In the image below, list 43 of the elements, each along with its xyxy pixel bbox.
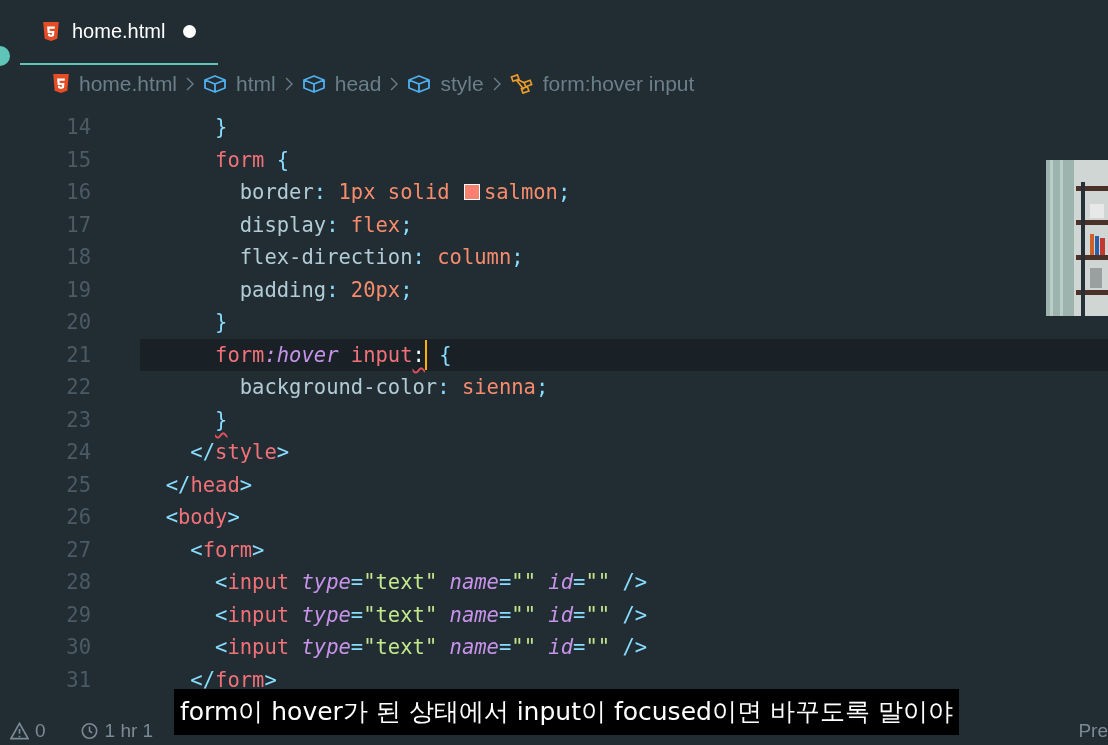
subtitle-caption: form이 hover가 된 상태에서 input이 focused이면 바꾸도록 말이야 bbox=[174, 689, 959, 735]
code-text: </head> bbox=[164, 472, 253, 497]
time-tracker[interactable]: 1 hr 1 bbox=[104, 720, 154, 742]
warning-count[interactable]: 0 bbox=[35, 720, 46, 742]
code-text: <body> bbox=[164, 505, 240, 530]
clock-icon bbox=[79, 722, 99, 740]
code-text: background-color: sienna; bbox=[238, 375, 549, 400]
code-text: salmon; bbox=[483, 180, 571, 205]
cube-icon bbox=[203, 74, 228, 94]
code-text: <input type="text" name="" id="" /> bbox=[214, 570, 648, 595]
code-text: flex-direction: column; bbox=[238, 245, 524, 270]
code-text: </style> bbox=[189, 440, 290, 465]
text-cursor bbox=[424, 339, 427, 370]
chevron-icon bbox=[284, 77, 293, 91]
status-item[interactable]: Pre bbox=[1078, 720, 1108, 742]
breadcrumb-item[interactable]: style bbox=[440, 72, 484, 96]
code-text: <input type="text" name="" id="" /> bbox=[214, 635, 648, 660]
code-text: padding: 20px; bbox=[238, 277, 413, 302]
code-text: form { bbox=[214, 147, 290, 172]
cube-icon bbox=[407, 74, 432, 94]
code-text: display: flex; bbox=[238, 212, 413, 237]
html5-icon bbox=[52, 74, 70, 94]
nodes-icon bbox=[509, 74, 534, 94]
breadcrumb-item[interactable]: form:hover input bbox=[542, 72, 695, 96]
breadcrumb-item[interactable]: home.html bbox=[79, 72, 178, 96]
code-text: <input type="text" name="" id="" /> bbox=[214, 602, 648, 627]
html5-icon bbox=[42, 21, 60, 42]
code-text: border: 1px solid bbox=[238, 180, 451, 205]
code-text: { bbox=[438, 342, 452, 367]
breadcrumb-item[interactable]: head bbox=[334, 72, 382, 96]
editor-tab[interactable]: home.html bbox=[20, 0, 219, 65]
code-text: </form> bbox=[189, 667, 277, 692]
code-text: form:hover input: bbox=[214, 342, 425, 367]
cube-icon bbox=[301, 74, 326, 94]
code-text: <form> bbox=[189, 537, 265, 562]
code-text: } bbox=[214, 115, 228, 140]
warning-icon bbox=[10, 722, 29, 740]
chevron-icon bbox=[390, 77, 399, 91]
chevron-icon bbox=[186, 77, 195, 91]
code-text: } bbox=[214, 310, 228, 335]
chevron-icon bbox=[492, 77, 501, 91]
code-text: } bbox=[214, 407, 228, 432]
breadcrumb-item[interactable]: html bbox=[236, 72, 276, 96]
